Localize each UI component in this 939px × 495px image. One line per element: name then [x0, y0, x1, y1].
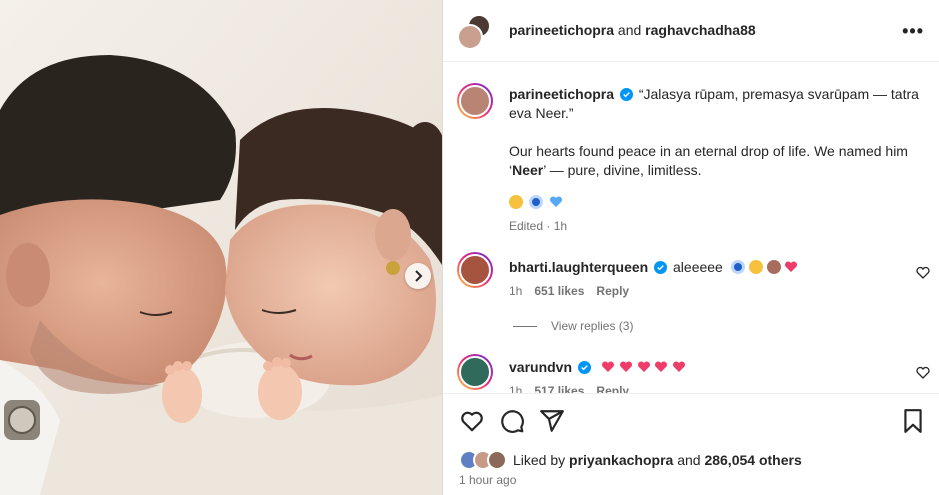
pray-emoji-icon: [766, 260, 781, 274]
share-icon[interactable]: [539, 408, 565, 434]
pink-heart-icon: [637, 361, 650, 372]
replies-divider: [513, 325, 537, 327]
post-actions-bar: Liked by priyankachopra and 286,054 othe…: [443, 393, 939, 495]
more-options-icon[interactable]: •••: [902, 21, 924, 42]
comment-likes[interactable]: 517 likes: [534, 384, 584, 393]
comment-like-heart-icon[interactable]: [916, 266, 930, 280]
authors-joiner: and: [617, 22, 642, 38]
save-bookmark-icon[interactable]: [900, 408, 926, 434]
photo-illustration: [0, 0, 442, 495]
nazar-emoji-icon: [730, 260, 745, 274]
comment-like-heart-icon[interactable]: [916, 366, 930, 380]
pink-heart-icon: [619, 361, 632, 372]
caption-emojis: [509, 195, 563, 209]
collab-avatars[interactable]: [457, 14, 493, 50]
pink-heart-icon: [601, 361, 614, 372]
chevron-right-icon: [415, 270, 423, 282]
verified-badge-icon: [654, 261, 668, 274]
comments-scroll-area[interactable]: parineetichopra “Jalasya rūpam, premasya…: [443, 63, 939, 393]
caption-meta: Edited · 1h: [509, 219, 568, 233]
comment-row: bharti.laughterqueen aleeeee: [509, 259, 798, 275]
blue-heart-icon: [549, 196, 563, 207]
comment-meta: 1h 517 likes Reply: [509, 384, 629, 393]
post-details-panel: parineetichopra and raghavchadha88 ••• p…: [442, 0, 939, 495]
coauthor-username[interactable]: raghavchadha88: [645, 22, 756, 38]
next-slide-button[interactable]: [405, 263, 431, 289]
comment-avatar[interactable]: [457, 252, 493, 288]
liker-username[interactable]: priyankachopra: [569, 452, 673, 468]
comment-username[interactable]: bharti.laughterqueen: [509, 259, 648, 275]
likes-prefix: Liked by: [513, 452, 566, 468]
reply-button[interactable]: Reply: [596, 384, 629, 393]
likes-count[interactable]: 286,054 others: [704, 452, 801, 468]
caption-line2: ’ — pure, divine, limitless.: [543, 162, 702, 178]
hugging-emoji-icon: [748, 260, 763, 274]
avatar: [457, 24, 483, 50]
likes-joiner: and: [677, 452, 701, 468]
pink-heart-icon: [785, 261, 798, 272]
post-header: parineetichopra and raghavchadha88 •••: [443, 0, 939, 62]
liker-avatars[interactable]: [459, 450, 509, 470]
view-replies-button[interactable]: View replies (3): [513, 319, 633, 333]
comment-icon[interactable]: [499, 408, 525, 434]
comment-row: varundvn: [509, 359, 686, 375]
caption-username[interactable]: parineetichopra: [509, 86, 614, 102]
comment-meta: 1h 651 likes Reply: [509, 284, 629, 298]
post-photo[interactable]: [0, 0, 442, 495]
comment-avatar[interactable]: [457, 354, 493, 390]
reply-button[interactable]: Reply: [596, 284, 629, 298]
post-caption: parineetichopra “Jalasya rūpam, premasya…: [509, 85, 929, 180]
comment-username[interactable]: varundvn: [509, 359, 572, 375]
view-replies-label: View replies (3): [551, 319, 634, 333]
post-time[interactable]: 1 hour ago: [459, 473, 516, 487]
likes-summary: Liked by priyankachopra and 286,054 othe…: [459, 450, 802, 470]
caption-avatar[interactable]: [457, 83, 493, 119]
author-username[interactable]: parineetichopra: [509, 22, 614, 38]
post-authors: parineetichopra and raghavchadha88: [509, 22, 756, 38]
pink-heart-icon: [655, 361, 668, 372]
comment-time: 1h: [509, 284, 523, 298]
comment-time: 1h: [509, 384, 523, 393]
nazar-emoji-icon: [529, 195, 543, 209]
kiss-emoji-icon: [509, 195, 523, 209]
verified-badge-icon: [619, 88, 633, 101]
verified-badge-icon: [577, 361, 591, 374]
caption-bold-name: Neer: [512, 162, 544, 178]
comment-text: aleeeee: [673, 259, 723, 275]
like-heart-icon[interactable]: [459, 408, 485, 434]
pink-heart-icon: [673, 361, 686, 372]
comment-likes[interactable]: 651 likes: [534, 284, 584, 298]
